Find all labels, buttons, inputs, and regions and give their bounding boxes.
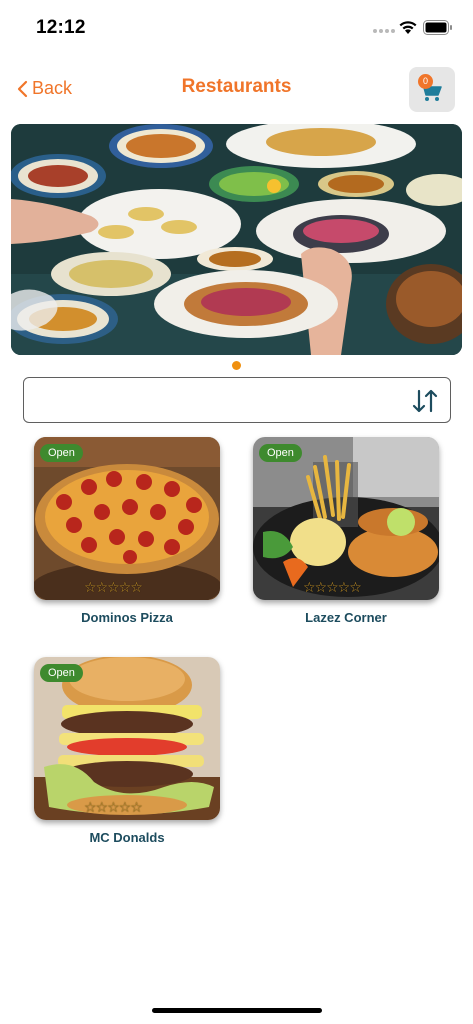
restaurant-name: MC Donalds — [89, 830, 165, 845]
restaurant-card-dominos[interactable]: Open ☆☆☆☆☆ Dominos Pizza — [34, 437, 220, 625]
restaurant-image: Open ☆☆☆☆☆ — [253, 437, 439, 600]
banner-carousel[interactable] — [11, 124, 462, 355]
restaurant-name: Dominos Pizza — [81, 610, 173, 625]
banner-food-image — [11, 124, 462, 355]
restaurant-card-lazez[interactable]: Open ☆☆☆☆☆ Lazez Corner — [253, 437, 439, 625]
restaurant-card-mcdonalds[interactable]: Open ☆☆☆☆☆ MC Donalds — [34, 657, 220, 845]
restaurant-image: Open ☆☆☆☆☆ — [34, 437, 220, 600]
page-title: Restaurants — [181, 76, 292, 97]
cart-button[interactable]: 0 — [409, 67, 455, 112]
status-bar: 12:12 — [0, 0, 473, 56]
signal-icon — [373, 29, 395, 33]
status-time: 12:12 — [36, 17, 86, 38]
restaurant-image: Open ☆☆☆☆☆ — [34, 657, 220, 820]
rating-stars: ☆☆☆☆☆ — [84, 579, 143, 595]
wifi-icon — [399, 21, 417, 34]
restaurant-name: Lazez Corner — [305, 610, 387, 625]
sort-field[interactable] — [23, 377, 451, 423]
open-status-badge: Open — [40, 664, 83, 682]
rating-stars: ☆☆☆☆☆ — [84, 799, 143, 815]
sort-input[interactable] — [34, 388, 404, 414]
open-status-badge: Open — [259, 444, 302, 462]
open-status-badge: Open — [40, 444, 83, 462]
sort-arrows-icon[interactable] — [410, 388, 440, 414]
battery-icon — [423, 20, 452, 35]
rating-stars: ☆☆☆☆☆ — [303, 579, 362, 595]
home-indicator[interactable] — [152, 1008, 322, 1013]
carousel-page-indicator[interactable] — [232, 361, 241, 370]
navigation-bar: Back Restaurants 0 — [0, 62, 473, 114]
cart-count-badge: 0 — [418, 74, 433, 89]
